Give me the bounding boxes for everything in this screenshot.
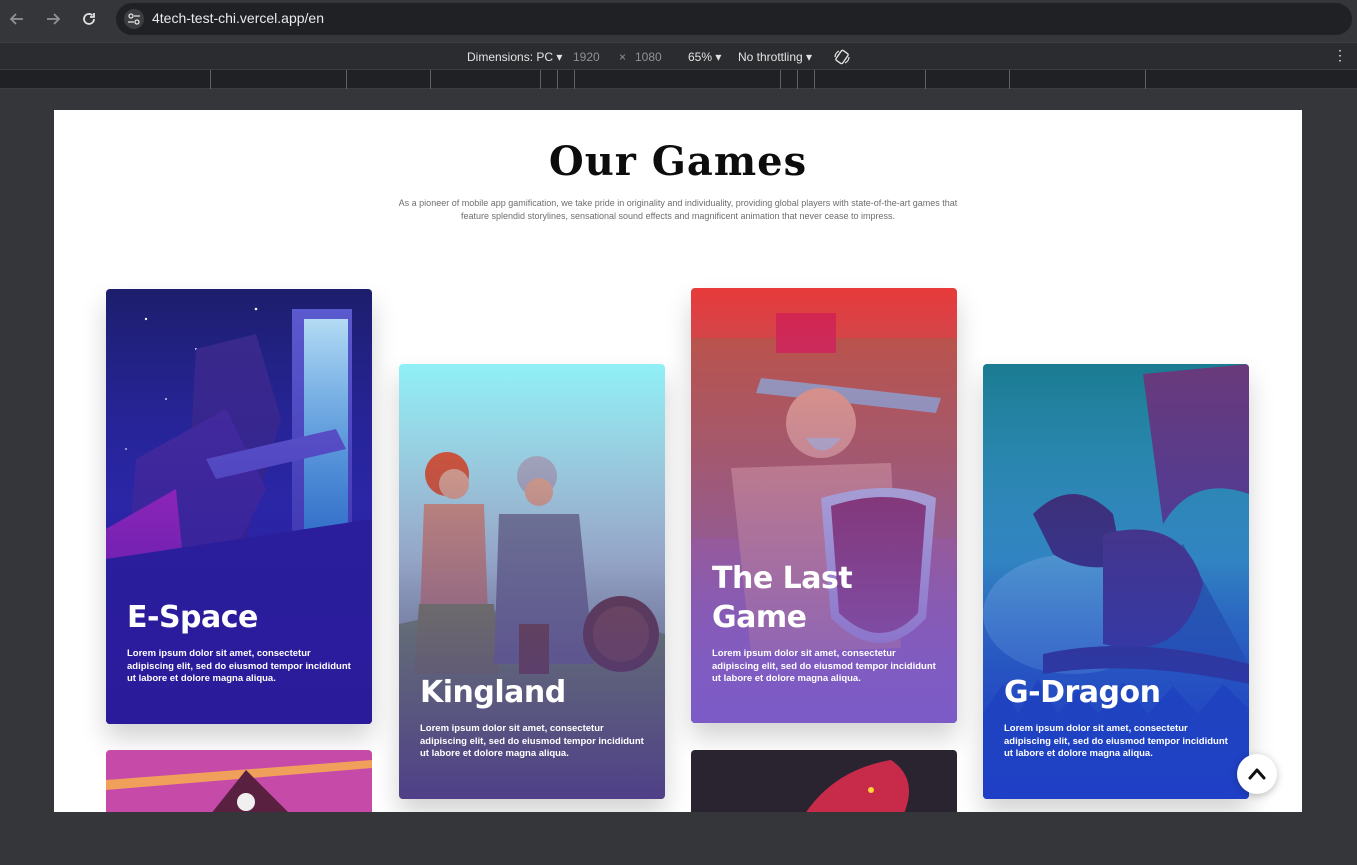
height-input[interactable]: 1080 (635, 50, 662, 64)
times-sign: × (619, 50, 627, 64)
throttling-dropdown[interactable]: No throttling ▾ (738, 50, 812, 64)
game-card-g-dragon[interactable]: G-Dragon Lorem ipsum dolor sit amet, con… (983, 364, 1249, 799)
card-description: Lorem ipsum dolor sit amet, consectetur … (420, 723, 644, 759)
game-card-e-space[interactable]: E-Space Lorem ipsum dolor sit amet, cons… (106, 289, 372, 724)
width-input[interactable]: 1920 (573, 50, 600, 64)
game-card-the-last-game[interactable]: The Last Game Lorem ipsum dolor sit amet… (691, 288, 957, 723)
rotate-icon[interactable] (833, 48, 851, 66)
zoom-label: 65% (688, 50, 713, 64)
media-query-ruler (0, 70, 1357, 89)
throttling-label: No throttling (738, 50, 803, 64)
page-subtitle: As a pioneer of mobile app gamification,… (398, 198, 958, 221)
arrow-left-icon (9, 13, 23, 25)
game-card-next-1[interactable] (106, 750, 372, 812)
chevron-up-icon (1248, 768, 1266, 780)
card-title: The Last Game (712, 561, 853, 635)
dimensions-dropdown[interactable]: Dimensions: PC ▾ (467, 50, 562, 64)
kebab-icon[interactable]: ⋮ (1333, 48, 1347, 62)
game-card-kingland[interactable]: Kingland Lorem ipsum dolor sit amet, con… (399, 364, 665, 799)
card-description: Lorem ipsum dolor sit amet, consectetur … (1004, 723, 1228, 759)
forward-button[interactable] (43, 9, 63, 29)
pirate-art (106, 750, 372, 812)
back-button[interactable] (7, 9, 27, 29)
page-viewport: Our Games As a pioneer of mobile app gam… (54, 110, 1302, 812)
arrow-right-icon (47, 13, 61, 25)
dimensions-label: Dimensions: PC (467, 50, 554, 64)
zoom-dropdown[interactable]: 65% ▾ (688, 50, 721, 64)
card-title: E-Space (127, 600, 258, 635)
card-description: Lorem ipsum dolor sit amet, consectetur … (712, 648, 936, 684)
url-text: 4tech-test-chi.vercel.app/en (152, 10, 324, 26)
device-toolbar: Dimensions: PC ▾ 1920 × 1080 65% ▾ No th… (0, 42, 1357, 70)
page-title: Our Games (548, 138, 808, 185)
reload-icon (83, 13, 95, 25)
red-dragon-art (691, 750, 957, 812)
card-title: G-Dragon (1004, 675, 1161, 710)
address-bar[interactable]: 4tech-test-chi.vercel.app/en (116, 3, 1352, 35)
scroll-top-button[interactable] (1237, 754, 1277, 794)
game-card-next-2[interactable] (691, 750, 957, 812)
tune-icon (128, 13, 140, 25)
site-info-button[interactable] (124, 9, 144, 29)
card-description: Lorem ipsum dolor sit amet, consectetur … (127, 648, 351, 684)
reload-button[interactable] (79, 9, 99, 29)
browser-toolbar: 4tech-test-chi.vercel.app/en (0, 0, 1357, 38)
card-title: Kingland (420, 675, 566, 710)
